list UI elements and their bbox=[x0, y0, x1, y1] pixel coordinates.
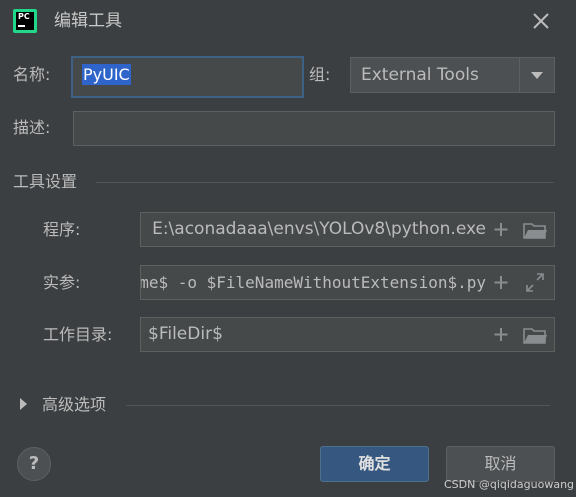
dialog-title: 编辑工具 bbox=[54, 11, 122, 31]
group-select[interactable]: External Tools bbox=[350, 57, 555, 93]
name-label: 名称: bbox=[13, 65, 51, 84]
program-field-icons bbox=[491, 213, 548, 246]
program-label: 程序: bbox=[43, 220, 81, 239]
close-icon bbox=[533, 13, 549, 29]
expand-arrow-icon[interactable] bbox=[20, 398, 27, 410]
working-directory-field-icons bbox=[491, 318, 548, 351]
group-select-value: External Tools bbox=[361, 65, 479, 85]
edit-tool-dialog: PC 编辑工具 名称: PyUIC 组: External Tools 描述: … bbox=[0, 0, 576, 497]
arguments-label: 实参: bbox=[43, 273, 81, 292]
dropdown-button[interactable] bbox=[519, 58, 554, 92]
pycharm-icon: PC bbox=[13, 9, 37, 33]
description-input[interactable] bbox=[73, 111, 555, 146]
section-divider bbox=[96, 182, 554, 183]
advanced-options-toggle[interactable]: 高级选项 bbox=[42, 395, 106, 415]
help-button[interactable]: ? bbox=[17, 447, 51, 481]
chevron-down-icon bbox=[531, 72, 543, 79]
folder-icon[interactable] bbox=[522, 213, 548, 246]
tool-settings-title: 工具设置 bbox=[13, 172, 78, 191]
group-label: 组: bbox=[309, 65, 331, 84]
cancel-button[interactable]: 取消 bbox=[446, 446, 555, 482]
working-directory-input-value: $FileDir$ bbox=[148, 324, 223, 344]
name-input-value: PyUIC bbox=[82, 64, 131, 85]
expand-icon[interactable] bbox=[522, 266, 548, 299]
close-button[interactable] bbox=[528, 8, 554, 34]
program-input-value: E:\aconadaaa\envs\YOLOv8\python.exe bbox=[152, 219, 486, 239]
watermark: CSDN @qiqidaguowang bbox=[444, 478, 575, 491]
ok-button[interactable]: 确定 bbox=[320, 446, 429, 482]
program-input[interactable]: E:\aconadaaa\envs\YOLOv8\python.exe bbox=[140, 212, 555, 247]
arguments-input[interactable]: m PyQt5.uic.pyuic $FileName$ -o $FileNam… bbox=[140, 265, 555, 300]
insert-macro-icon[interactable] bbox=[491, 318, 511, 351]
folder-icon[interactable] bbox=[522, 318, 548, 351]
description-label: 描述: bbox=[13, 118, 51, 137]
title-bar: PC 编辑工具 bbox=[0, 0, 576, 42]
working-directory-label: 工作目录: bbox=[43, 325, 113, 344]
insert-macro-icon[interactable] bbox=[491, 213, 511, 246]
working-directory-input[interactable]: $FileDir$ bbox=[140, 317, 555, 352]
arguments-field-icons bbox=[491, 266, 548, 299]
name-input[interactable]: PyUIC bbox=[71, 56, 304, 98]
advanced-divider bbox=[126, 405, 550, 406]
insert-macro-icon[interactable] bbox=[491, 266, 511, 299]
arguments-input-value: m PyQt5.uic.pyuic $FileName$ -o $FileNam… bbox=[141, 273, 486, 292]
